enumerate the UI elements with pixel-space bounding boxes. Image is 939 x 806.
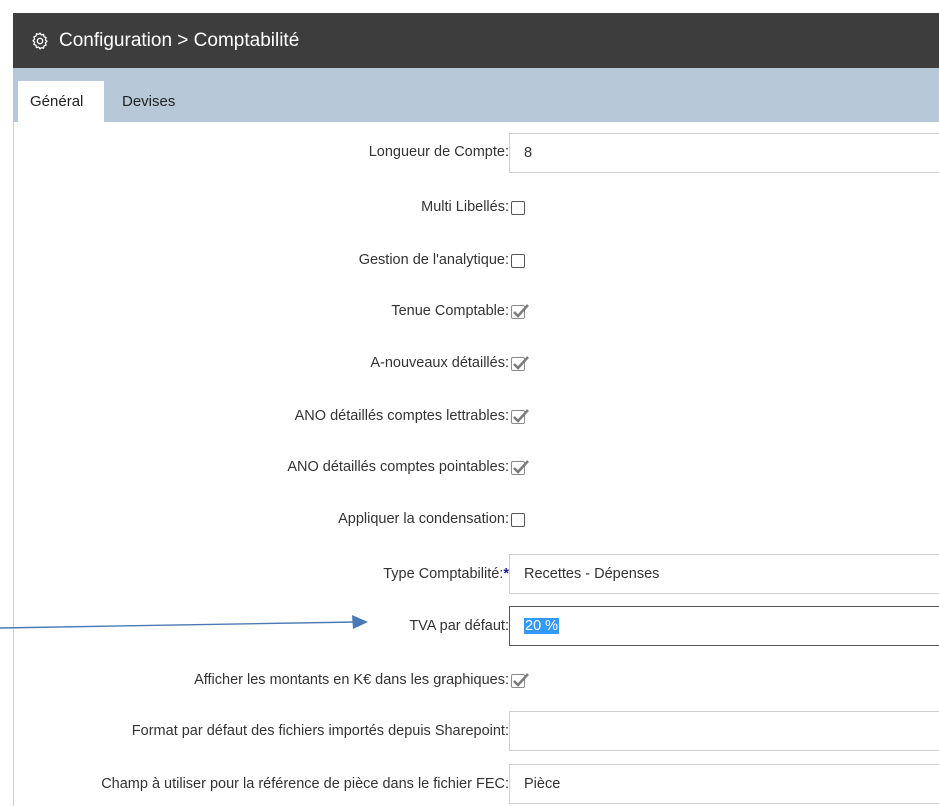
tenue-comptable-label: Tenue Comptable: bbox=[391, 303, 509, 319]
type-comptabilite-select[interactable]: Recettes - Dépenses bbox=[509, 554, 939, 594]
tab-bar: Général Devises bbox=[13, 68, 939, 122]
montants-ke-checkbox[interactable] bbox=[511, 673, 529, 688]
arrow-line bbox=[0, 621, 357, 629]
tab-devises[interactable]: Devises bbox=[110, 81, 200, 122]
tva-label: TVA par défaut: bbox=[409, 618, 509, 634]
ano-pointables-label: ANO détaillés comptes pointables: bbox=[287, 459, 509, 475]
format-sharepoint-label: Format par défaut des fichiers importés … bbox=[131, 723, 509, 739]
multi-libelles-checkbox[interactable] bbox=[511, 201, 525, 215]
page-title: Configuration > Comptabilité bbox=[59, 30, 300, 51]
montants-ke-label: Afficher les montants en K€ dans les gra… bbox=[194, 672, 509, 688]
ano-lettrables-label: ANO détaillés comptes lettrables: bbox=[294, 408, 509, 424]
ano-lettrables-checkbox[interactable] bbox=[511, 409, 529, 424]
check-icon bbox=[513, 409, 529, 423]
panel-border bbox=[13, 122, 14, 806]
check-icon bbox=[513, 460, 529, 474]
a-nouveaux-checkbox[interactable] bbox=[511, 356, 529, 371]
tva-value: 20 % bbox=[524, 618, 560, 634]
tva-input[interactable]: 20 % bbox=[509, 606, 939, 646]
condensation-checkbox[interactable] bbox=[511, 513, 525, 527]
check-icon bbox=[513, 673, 529, 687]
gear-icon bbox=[32, 32, 48, 50]
gestion-analytique-checkbox[interactable] bbox=[511, 254, 525, 268]
tab-general[interactable]: Général bbox=[18, 81, 104, 122]
title-bar: Configuration > Comptabilité bbox=[13, 13, 939, 68]
format-sharepoint-input[interactable] bbox=[509, 711, 939, 751]
longueur-compte-input[interactable]: 8 bbox=[509, 133, 939, 173]
gestion-analytique-label: Gestion de l'analytique: bbox=[358, 252, 509, 268]
longueur-compte-label: Longueur de Compte: bbox=[368, 144, 509, 160]
condensation-label: Appliquer la condensation: bbox=[338, 511, 509, 527]
type-comptabilite-label-text: Type Comptabilité: bbox=[383, 566, 504, 582]
champ-fec-label: Champ à utiliser pour la référence de pi… bbox=[101, 776, 509, 792]
ano-pointables-checkbox[interactable] bbox=[511, 460, 529, 475]
arrow-head bbox=[352, 615, 368, 629]
champ-fec-select[interactable]: Pièce bbox=[509, 764, 939, 804]
check-icon bbox=[513, 304, 529, 318]
multi-libelles-label: Multi Libellés: bbox=[421, 199, 509, 215]
type-comptabilite-label: Type Comptabilité:* bbox=[383, 566, 509, 582]
check-icon bbox=[513, 356, 529, 370]
a-nouveaux-label: A-nouveaux détaillés: bbox=[370, 355, 509, 371]
tenue-comptable-checkbox[interactable] bbox=[511, 304, 529, 319]
